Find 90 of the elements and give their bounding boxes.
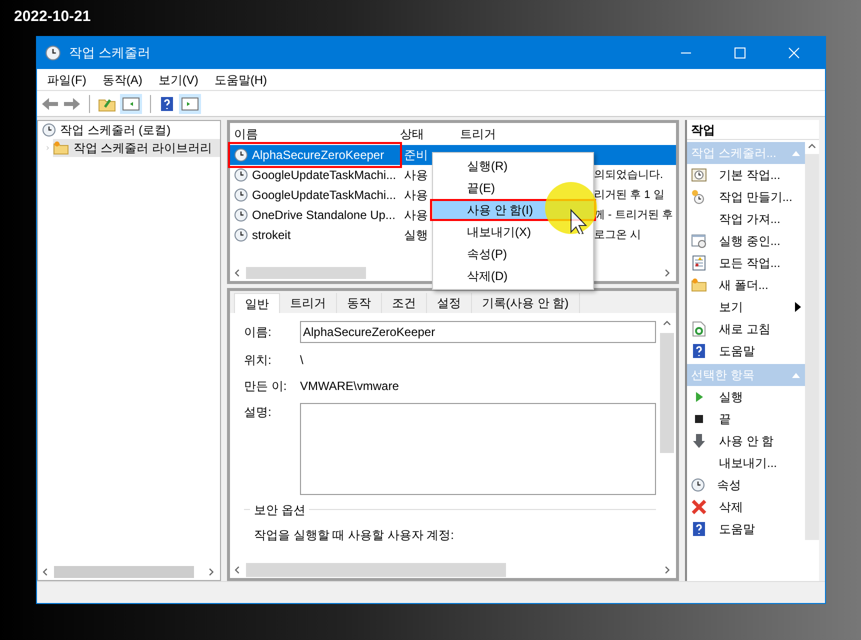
table-cell-text: 사용 bbox=[403, 187, 429, 204]
date-caption: 2022-10-21 bbox=[14, 7, 91, 27]
help-icon bbox=[691, 343, 707, 359]
scroll-left-icon[interactable] bbox=[42, 567, 50, 577]
column-header[interactable]: 이름 bbox=[230, 125, 396, 143]
table-cell[interactable]: AlphaSecureZeroKeeper bbox=[230, 145, 400, 165]
notepad-icon bbox=[691, 255, 707, 271]
action-item[interactable]: 새로 고침 bbox=[687, 318, 805, 340]
column-header[interactable]: 상태 bbox=[396, 125, 456, 143]
table-cell-text: 실행 bbox=[403, 227, 429, 244]
clock-icon bbox=[234, 188, 248, 202]
action-item[interactable]: 내보내기... bbox=[687, 452, 805, 474]
action-item[interactable]: 도움말 bbox=[687, 340, 805, 362]
help-icon bbox=[159, 96, 175, 112]
scroll-left-icon[interactable] bbox=[234, 565, 242, 575]
forward-arrow-icon[interactable] bbox=[63, 96, 81, 112]
table-cell[interactable]: strokeit bbox=[230, 225, 400, 245]
action-item[interactable]: 삭제 bbox=[687, 496, 805, 518]
back-arrow-icon[interactable] bbox=[41, 96, 59, 112]
menu-item[interactable]: 속성(P) bbox=[433, 243, 593, 265]
table-cell-text: 사용 bbox=[403, 167, 429, 184]
menu-item[interactable]: 도움말(H) bbox=[208, 70, 273, 88]
clock-icon bbox=[234, 148, 248, 162]
clock-page-icon bbox=[691, 167, 707, 183]
field-label: 만든 이: bbox=[244, 378, 288, 395]
down-arrow-icon bbox=[691, 433, 707, 449]
table-cell-text: 리거된 후 1 일 bbox=[594, 188, 666, 203]
menu-item[interactable]: 파일(F) bbox=[41, 70, 92, 88]
clock-icon bbox=[234, 208, 248, 222]
table-cell[interactable]: GoogleUpdateTaskMachi... bbox=[230, 165, 400, 185]
clock-icon bbox=[234, 228, 248, 242]
author-value: VMWARE\vmware bbox=[300, 378, 399, 395]
menu-item[interactable]: 동작(A) bbox=[96, 70, 148, 88]
folder-icon bbox=[53, 140, 70, 156]
action-pane-icon[interactable] bbox=[179, 94, 201, 114]
action-item[interactable]: 실행 중인... bbox=[687, 230, 805, 252]
table-cell-text: 로그온 시 bbox=[594, 228, 642, 243]
table-cell[interactable]: OneDrive Standalone Up... bbox=[230, 205, 400, 225]
menu-item[interactable]: 내보내기(X) bbox=[433, 221, 593, 243]
action-item[interactable]: 도움말 bbox=[687, 518, 805, 540]
action-item[interactable]: 끝 bbox=[687, 408, 805, 430]
action-item[interactable]: 새 폴더... bbox=[687, 274, 805, 296]
field-label: 위치: bbox=[244, 352, 272, 369]
field-label: 설명: bbox=[244, 404, 272, 421]
column-header[interactable]: 트리거 bbox=[456, 125, 676, 143]
location-value: \ bbox=[300, 352, 304, 369]
table-cell: 준비 bbox=[400, 145, 432, 165]
scroll-right-icon[interactable] bbox=[664, 565, 672, 575]
refresh-icon bbox=[691, 321, 707, 337]
window-title: 작업 스케줄러 bbox=[69, 44, 151, 62]
submenu-arrow-icon bbox=[795, 302, 801, 312]
clock-star-icon bbox=[691, 189, 707, 205]
table-cell-text: 사용 bbox=[403, 207, 429, 224]
scrollbar-thumb[interactable] bbox=[246, 563, 506, 577]
action-item[interactable]: 작업 만들기... bbox=[687, 186, 805, 208]
app-clock-icon bbox=[45, 45, 61, 61]
scrollbar-thumb[interactable] bbox=[54, 566, 194, 578]
pane-toggle-icon[interactable] bbox=[120, 94, 142, 114]
action-item[interactable]: 실행 bbox=[687, 386, 805, 408]
action-item[interactable]: 기본 작업... bbox=[687, 164, 805, 186]
delete-icon bbox=[691, 499, 707, 515]
help-icon bbox=[691, 521, 707, 537]
folder-icon bbox=[691, 277, 707, 293]
action-item[interactable]: 작업 가져... bbox=[687, 208, 805, 230]
action-item[interactable]: 보기 bbox=[687, 296, 805, 318]
field-label: 이름: bbox=[244, 324, 272, 341]
clock-icon bbox=[691, 478, 705, 492]
scrollbar-thumb[interactable] bbox=[660, 333, 674, 453]
scrollbar-thumb[interactable] bbox=[246, 267, 366, 279]
scroll-right-icon[interactable] bbox=[208, 567, 216, 577]
table-cell-text: 의되었습니다. bbox=[594, 168, 664, 183]
scroll-left-icon[interactable] bbox=[234, 268, 242, 278]
menu-item[interactable]: 삭제(D) bbox=[433, 265, 593, 287]
window-clock-icon bbox=[691, 233, 707, 249]
tab[interactable]: 일반 bbox=[234, 293, 280, 313]
action-item[interactable]: 속성 bbox=[687, 474, 805, 496]
table-cell[interactable]: GoogleUpdateTaskMachi... bbox=[230, 185, 400, 205]
description-field[interactable] bbox=[300, 403, 656, 495]
action-item[interactable]: 모든 작업... bbox=[687, 252, 805, 274]
menu-item[interactable]: 보기(V) bbox=[152, 70, 204, 88]
action-item[interactable]: 사용 안 함 bbox=[687, 430, 805, 452]
scroll-right-icon[interactable] bbox=[664, 268, 672, 278]
menu-item[interactable]: 실행(R) bbox=[433, 155, 593, 177]
pane-title: 작업 bbox=[687, 120, 819, 140]
account-label: 작업을 실행할 때 사용할 사용자 계정: bbox=[253, 527, 456, 544]
clock-icon bbox=[42, 123, 56, 137]
tree-item[interactable]: 작업 스케줄러 (로컬) bbox=[60, 121, 171, 139]
clock-icon bbox=[234, 168, 248, 182]
name-field[interactable]: AlphaSecureZeroKeeper bbox=[300, 321, 656, 343]
tree-item[interactable]: 작업 스케줄러 라이브러리 bbox=[53, 139, 220, 157]
